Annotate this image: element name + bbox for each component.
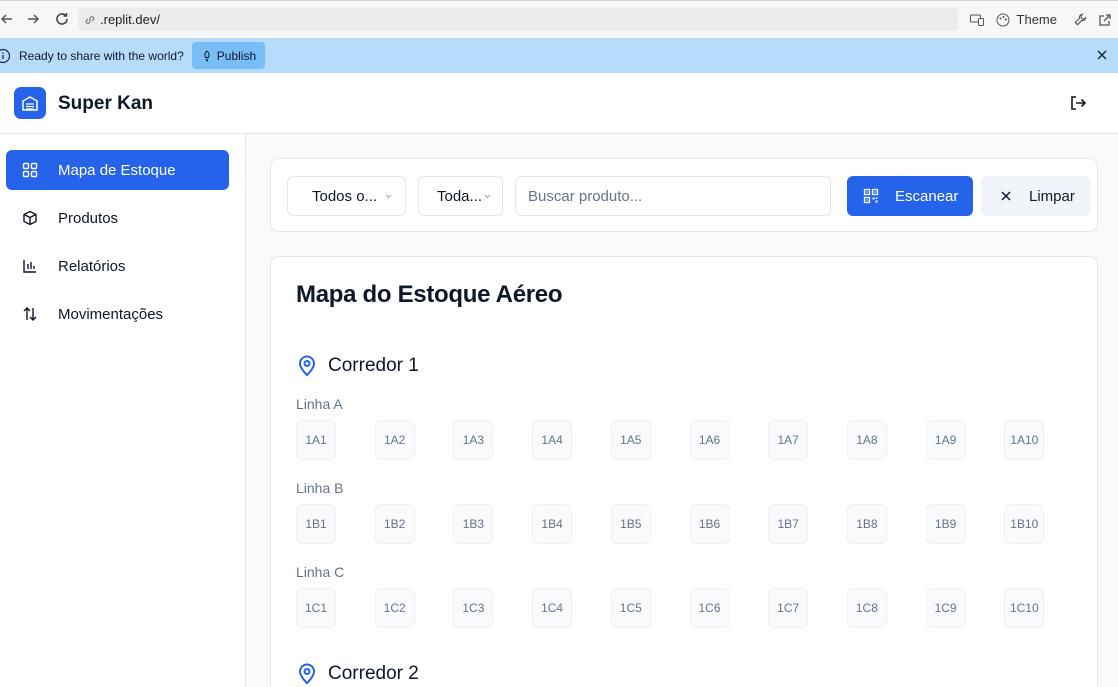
storage-slot[interactable]: 1A3 bbox=[453, 420, 494, 460]
theme-button[interactable]: Theme bbox=[995, 12, 1057, 28]
storage-slot[interactable]: 1B5 bbox=[610, 504, 651, 544]
line-label: Linha A bbox=[296, 396, 343, 412]
stock-map-card: Mapa do Estoque Aéreo Corredor 1 Linha A… bbox=[270, 256, 1098, 687]
rocket-icon bbox=[204, 49, 210, 62]
chevron-down-icon bbox=[484, 194, 491, 199]
theme-label: Theme bbox=[1016, 12, 1057, 27]
sidebar-item-movimentacoes[interactable]: Movimentações bbox=[6, 294, 229, 334]
storage-slot[interactable]: 1C7 bbox=[768, 588, 809, 628]
storage-slot[interactable]: 1B8 bbox=[846, 504, 887, 544]
corridor-header: Corredor 2 bbox=[296, 663, 419, 685]
storage-slot[interactable]: 1B1 bbox=[296, 504, 336, 544]
browser-toolbar: .replit.dev/ Theme bbox=[0, 0, 1118, 37]
corridor-select-value: Todos o... bbox=[312, 187, 378, 205]
link-icon bbox=[84, 13, 98, 27]
map-title: Mapa do Estoque Aéreo bbox=[296, 281, 563, 308]
storage-slot[interactable]: 1C1 bbox=[296, 588, 336, 628]
storage-slot[interactable]: 1C10 bbox=[1004, 588, 1045, 628]
forward-icon[interactable] bbox=[20, 6, 46, 32]
reload-icon[interactable] bbox=[49, 6, 75, 32]
storage-slot[interactable]: 1A7 bbox=[768, 420, 809, 460]
line-select[interactable]: Toda... bbox=[418, 176, 503, 216]
banner-message: Ready to share with the world? bbox=[19, 48, 184, 63]
storage-slot[interactable]: 1B4 bbox=[532, 504, 573, 544]
storage-slot[interactable]: 1B10 bbox=[1004, 504, 1045, 544]
app-brand: Super Kan bbox=[58, 93, 154, 114]
external-link-icon[interactable] bbox=[1098, 13, 1112, 27]
clear-label: Limpar bbox=[1029, 187, 1075, 205]
storage-slot[interactable]: 1A2 bbox=[374, 420, 415, 460]
storage-slot[interactable]: 1B9 bbox=[925, 504, 966, 544]
corridor-name: Corredor 1 bbox=[328, 355, 419, 376]
storage-slot[interactable]: 1C3 bbox=[453, 588, 494, 628]
main-content: Todos o... Toda... Escanear Limpar Mapa … bbox=[246, 134, 1118, 687]
corridor-name: Corredor 2 bbox=[328, 663, 419, 684]
map-pin-icon bbox=[298, 355, 316, 377]
grid-icon bbox=[21, 161, 39, 179]
url-text: .replit.dev/ bbox=[100, 12, 160, 27]
bar-chart-icon bbox=[21, 257, 39, 275]
sidebar-item-relatorios[interactable]: Relatórios bbox=[6, 246, 229, 286]
wrench-icon[interactable] bbox=[1073, 12, 1088, 27]
sidebar-item-label: Produtos bbox=[58, 209, 119, 227]
warehouse-logo-icon bbox=[14, 87, 46, 119]
browser-actions: Theme bbox=[969, 1, 1118, 38]
storage-slot[interactable]: 1A4 bbox=[532, 420, 573, 460]
scan-button[interactable]: Escanear bbox=[847, 176, 973, 216]
storage-slot[interactable]: 1A9 bbox=[925, 420, 966, 460]
storage-slot[interactable]: 1A5 bbox=[610, 420, 651, 460]
map-pin-icon bbox=[298, 663, 316, 685]
sidebar: Mapa de Estoque Produtos Relatórios Movi… bbox=[0, 134, 246, 687]
address-bar[interactable]: .replit.dev/ bbox=[78, 8, 958, 31]
storage-slot[interactable]: 1C8 bbox=[846, 588, 887, 628]
storage-slot[interactable]: 1B6 bbox=[689, 504, 730, 544]
storage-slot[interactable]: 1A6 bbox=[689, 420, 730, 460]
publish-banner: Ready to share with the world? Publish bbox=[0, 38, 1118, 73]
publish-button[interactable]: Publish bbox=[191, 42, 266, 69]
sidebar-item-mapa-de-estoque[interactable]: Mapa de Estoque bbox=[6, 150, 229, 190]
storage-slot[interactable]: 1C5 bbox=[610, 588, 651, 628]
qr-code-icon bbox=[863, 188, 879, 204]
close-icon bbox=[1001, 191, 1011, 201]
sidebar-item-label: Movimentações bbox=[58, 305, 164, 323]
info-icon bbox=[0, 48, 11, 63]
corridor-select[interactable]: Todos o... bbox=[287, 176, 406, 216]
sidebar-item-label: Relatórios bbox=[58, 257, 126, 275]
line-label: Linha C bbox=[296, 564, 345, 580]
search-input[interactable] bbox=[515, 176, 831, 216]
devices-icon[interactable] bbox=[969, 12, 985, 28]
sidebar-item-label: Mapa de Estoque bbox=[58, 161, 176, 179]
sidebar-item-produtos[interactable]: Produtos bbox=[6, 198, 229, 238]
arrows-updown-icon bbox=[21, 305, 39, 323]
storage-slot[interactable]: 1A1 bbox=[296, 420, 336, 460]
corridor-header: Corredor 1 bbox=[296, 355, 419, 377]
back-icon[interactable] bbox=[0, 6, 20, 32]
line-label: Linha B bbox=[296, 480, 344, 496]
palette-icon bbox=[996, 13, 1010, 26]
publish-label: Publish bbox=[216, 48, 257, 63]
storage-slot[interactable]: 1B7 bbox=[768, 504, 809, 544]
chevron-down-icon bbox=[385, 194, 392, 199]
app-header: Super Kan bbox=[0, 73, 1118, 134]
storage-slot[interactable]: 1C2 bbox=[374, 588, 415, 628]
line-select-value: Toda... bbox=[437, 187, 483, 205]
storage-slot[interactable]: 1C9 bbox=[925, 588, 966, 628]
clear-button[interactable]: Limpar bbox=[981, 176, 1091, 216]
storage-slot[interactable]: 1C6 bbox=[689, 588, 730, 628]
close-icon[interactable] bbox=[1094, 47, 1110, 63]
box-icon bbox=[21, 209, 39, 227]
storage-slot[interactable]: 1C4 bbox=[532, 588, 573, 628]
scan-label: Escanear bbox=[895, 187, 959, 205]
filter-bar: Todos o... Toda... Escanear Limpar bbox=[270, 158, 1098, 232]
storage-slot[interactable]: 1A8 bbox=[846, 420, 887, 460]
storage-slot[interactable]: 1B3 bbox=[453, 504, 494, 544]
storage-slot[interactable]: 1A10 bbox=[1004, 420, 1045, 460]
logout-icon[interactable] bbox=[1069, 94, 1087, 112]
storage-slot[interactable]: 1B2 bbox=[374, 504, 415, 544]
